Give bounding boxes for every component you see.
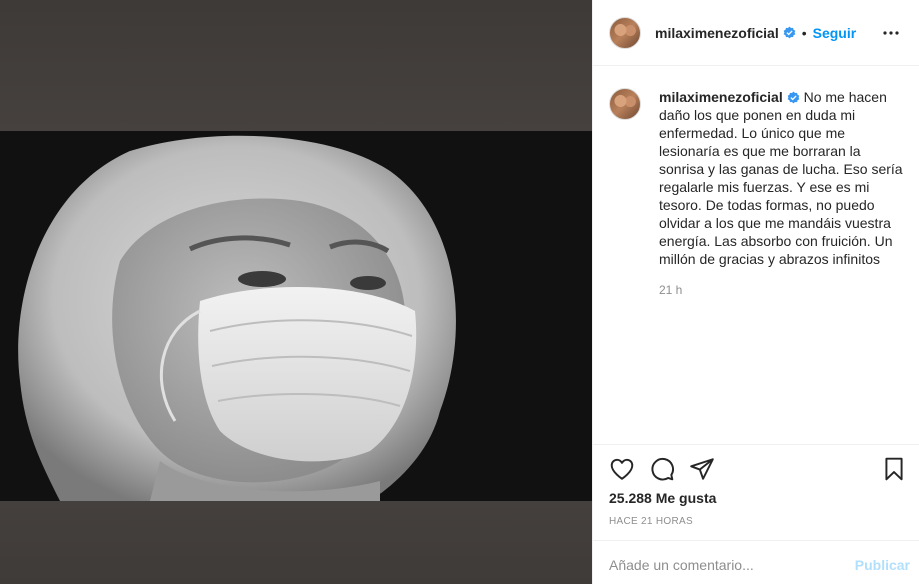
caption-text: No me hacen daño los que ponen en duda m… xyxy=(659,89,903,267)
post-header: milaximenezoficial • Seguir xyxy=(593,0,919,66)
avatar[interactable] xyxy=(609,16,641,49)
caption-timestamp[interactable]: 21 h xyxy=(659,283,682,297)
portrait-image xyxy=(0,131,592,501)
post-time-ago: HACE 21 HORAS xyxy=(609,516,693,527)
post-media[interactable] xyxy=(0,0,592,584)
post-caption: milaximenezoficial No me hacen daño los … xyxy=(609,88,909,268)
caption-avatar[interactable] xyxy=(609,88,641,120)
separator-dot: • xyxy=(801,24,807,41)
verified-badge-icon xyxy=(783,26,796,39)
post-photo[interactable] xyxy=(0,131,592,501)
likes-count[interactable]: 25.288 Me gusta xyxy=(609,490,716,506)
follow-button[interactable]: Seguir xyxy=(813,25,857,41)
heart-icon[interactable] xyxy=(609,456,635,482)
comment-input[interactable] xyxy=(609,553,829,577)
caption-username[interactable]: milaximenezoficial xyxy=(659,89,783,105)
action-bar xyxy=(609,456,905,482)
divider xyxy=(593,444,919,445)
bookmark-icon[interactable] xyxy=(881,456,907,482)
publish-button[interactable]: Publicar xyxy=(855,557,910,573)
comment-bubble-icon[interactable] xyxy=(649,456,675,482)
verified-badge-icon xyxy=(787,91,800,104)
divider xyxy=(593,540,919,541)
more-options-icon[interactable] xyxy=(879,21,903,45)
post-username[interactable]: milaximenezoficial xyxy=(655,25,779,41)
post-details-panel: milaximenezoficial • Seguir milaximenezo… xyxy=(592,0,919,584)
caption-body: milaximenezoficial No me hacen daño los … xyxy=(659,88,907,268)
paper-plane-icon[interactable] xyxy=(689,456,715,482)
